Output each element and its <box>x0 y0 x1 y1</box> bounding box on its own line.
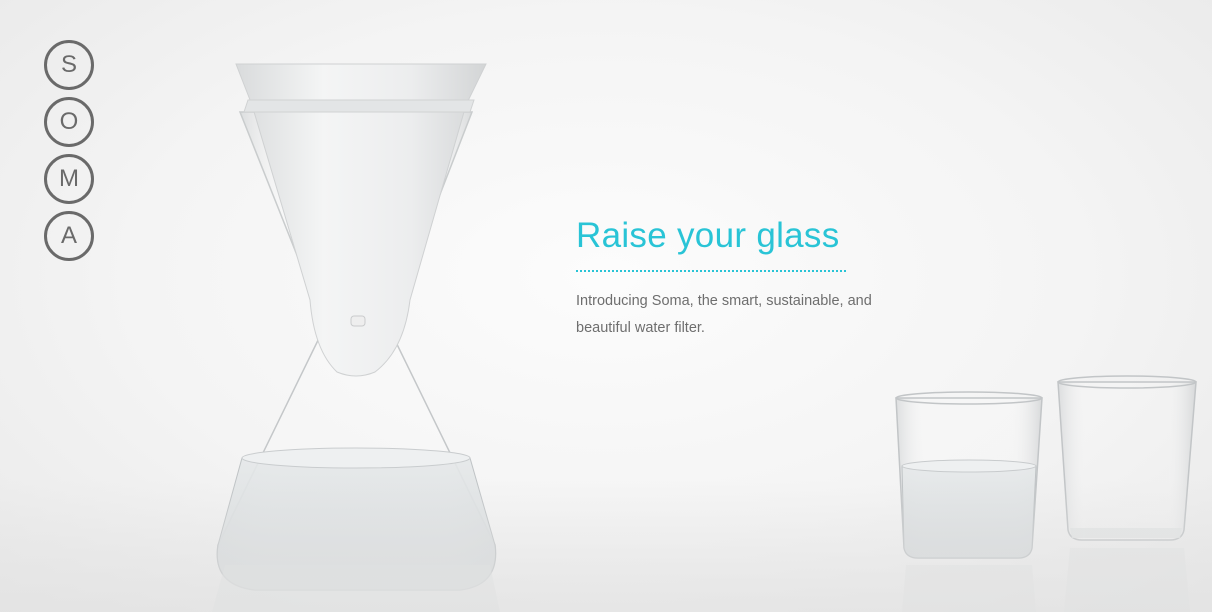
logo-letter: A <box>44 211 94 261</box>
logo-letter: S <box>44 40 94 90</box>
soma-logo[interactable]: S O M A <box>44 40 100 268</box>
hero-copy: Raise your glass Introducing Soma, the s… <box>576 214 996 357</box>
intro-text: Introducing Soma, the smart, sustainable… <box>576 293 872 336</box>
logo-letter: O <box>44 97 94 147</box>
logo-letter: M <box>44 154 94 204</box>
headline: Raise your glass <box>576 216 840 255</box>
drinking-glass-image <box>1057 375 1197 612</box>
hero-banner: S O M A Raise your glass Introducing Som… <box>0 0 1212 612</box>
drinking-glass-image <box>895 391 1043 612</box>
dotted-divider <box>576 270 846 272</box>
carafe-image <box>212 63 500 612</box>
